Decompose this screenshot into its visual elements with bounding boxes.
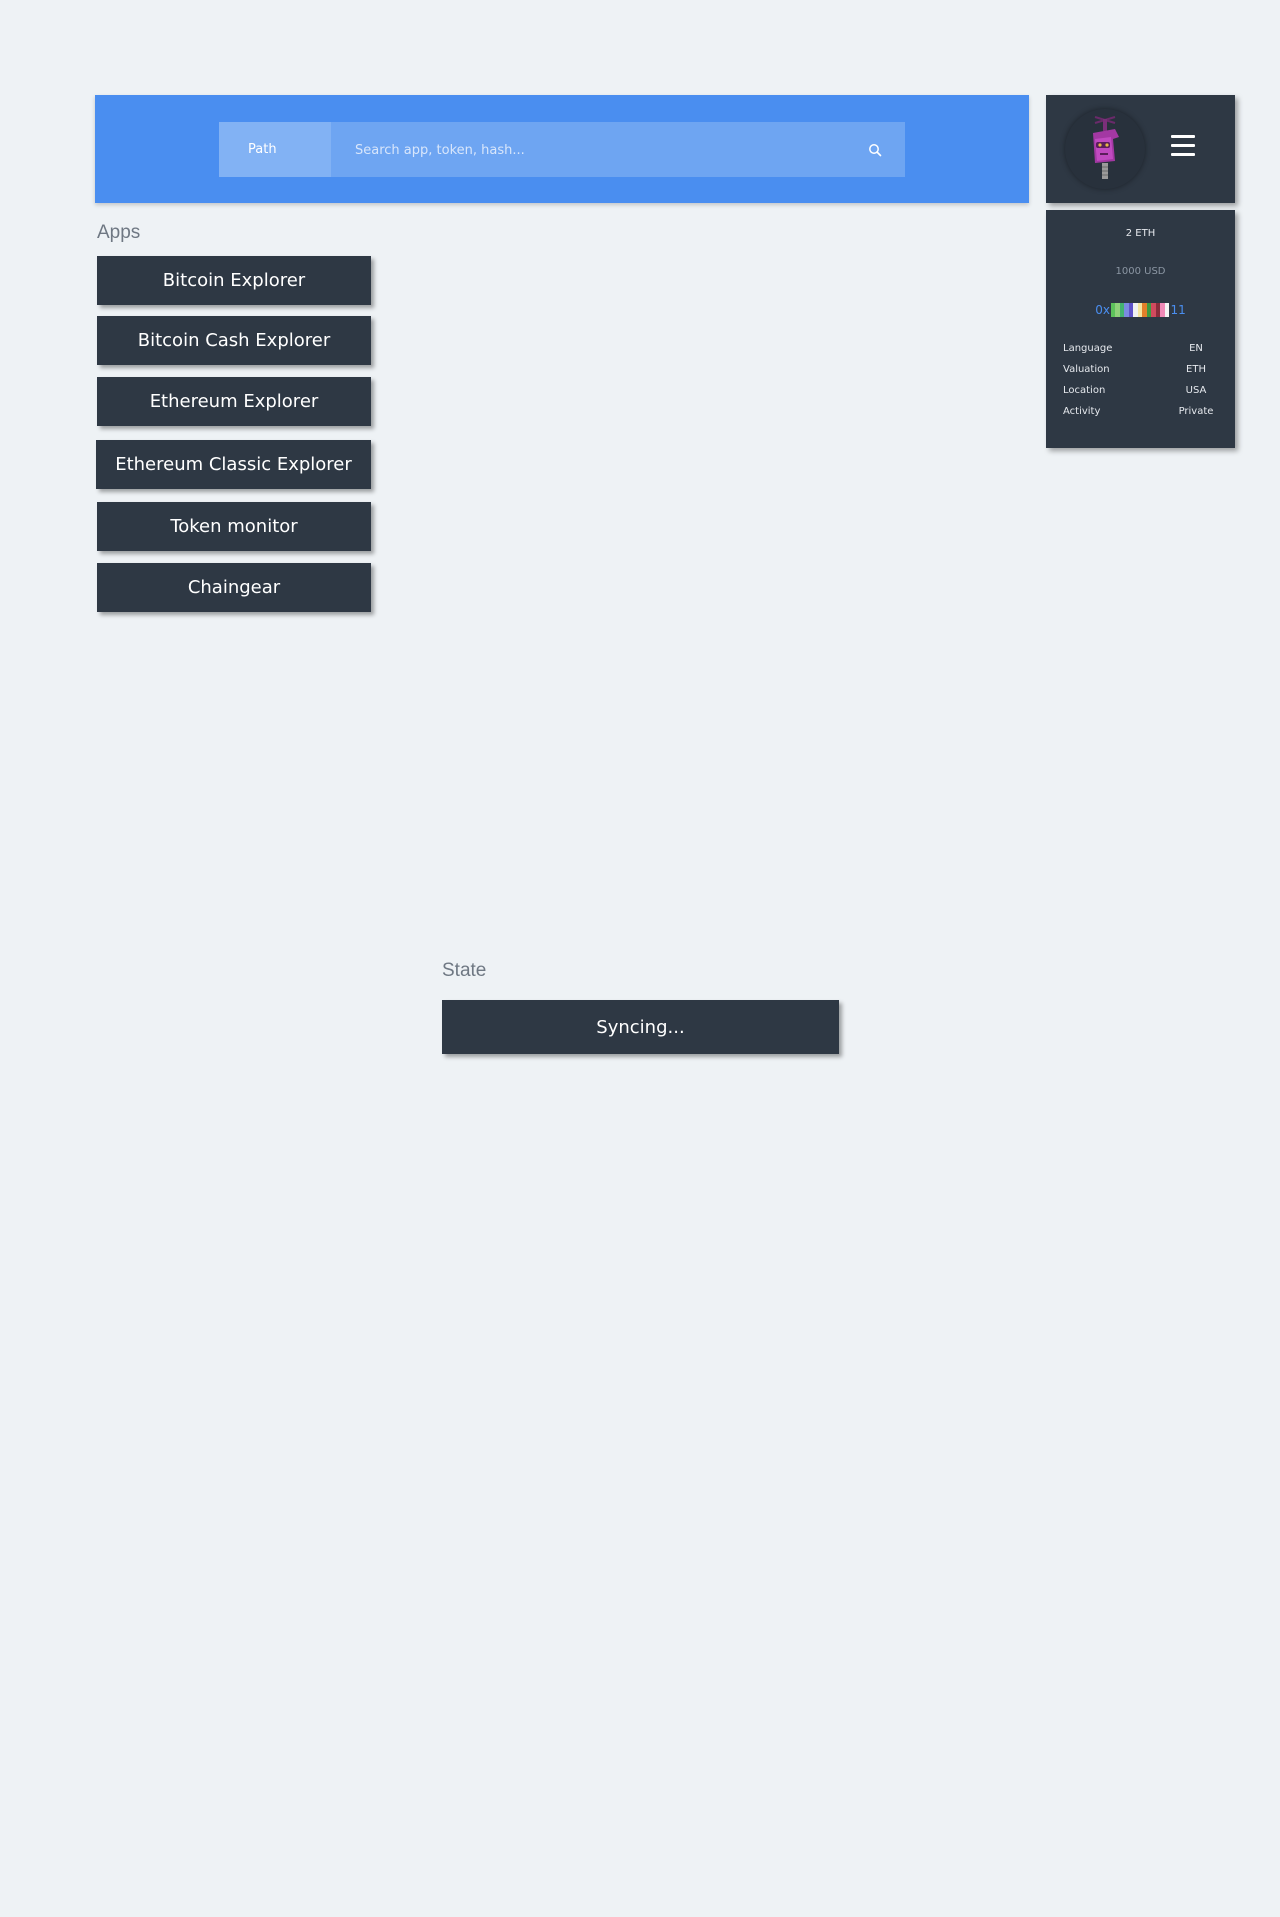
app-button-chaingear[interactable]: Chaingear xyxy=(97,563,371,612)
search-button[interactable] xyxy=(845,122,905,177)
setting-language[interactable]: Language EN xyxy=(1063,338,1218,359)
setting-value: EN xyxy=(1189,343,1203,354)
app-button-ethereum-explorer[interactable]: Ethereum Explorer xyxy=(97,377,371,426)
apps-heading: Apps xyxy=(97,222,141,243)
setting-value: USA xyxy=(1185,385,1207,396)
search-bar: Path xyxy=(219,122,905,179)
balance-eth: 2 ETH xyxy=(1125,228,1156,239)
hamburger-menu-icon[interactable] xyxy=(1171,135,1201,163)
address-suffix: 11 xyxy=(1170,303,1186,317)
wallet-panel: 2 ETH 1000 USD 0x 11 Language EN Valuati… xyxy=(1046,210,1235,448)
setting-activity[interactable]: Activity Private xyxy=(1063,401,1218,422)
state-heading: State xyxy=(442,960,487,981)
user-panel xyxy=(1046,95,1235,203)
settings-list: Language EN Valuation ETH Location USA A… xyxy=(1063,338,1218,422)
address-color-blocks xyxy=(1110,303,1170,317)
wallet-address[interactable]: 0x 11 xyxy=(1046,303,1235,317)
sync-status: Syncing... xyxy=(442,1000,839,1054)
address-color-block xyxy=(1164,303,1170,317)
search-input[interactable] xyxy=(331,122,845,179)
setting-label: Language xyxy=(1063,343,1113,354)
top-header: Path xyxy=(95,95,1029,203)
app-button-ethereum-classic-explorer[interactable]: Ethereum Classic Explorer xyxy=(96,440,371,489)
setting-location[interactable]: Location USA xyxy=(1063,380,1218,401)
setting-value: Private xyxy=(1178,406,1214,417)
balance-usd: 1000 USD xyxy=(1115,266,1166,277)
setting-label: Activity xyxy=(1063,406,1101,417)
setting-value: ETH xyxy=(1186,364,1206,375)
search-icon xyxy=(869,143,882,156)
app-button-token-monitor[interactable]: Token monitor xyxy=(97,502,371,551)
setting-label: Location xyxy=(1063,385,1106,396)
address-prefix: 0x xyxy=(1095,303,1110,317)
app-button-bitcoin-explorer[interactable]: Bitcoin Explorer xyxy=(97,256,371,305)
setting-label: Valuation xyxy=(1063,364,1110,375)
path-button[interactable]: Path xyxy=(219,122,331,177)
setting-valuation[interactable]: Valuation ETH xyxy=(1063,359,1218,380)
app-button-bitcoin-cash-explorer[interactable]: Bitcoin Cash Explorer xyxy=(97,316,371,365)
robot-avatar-icon[interactable] xyxy=(1065,109,1145,189)
